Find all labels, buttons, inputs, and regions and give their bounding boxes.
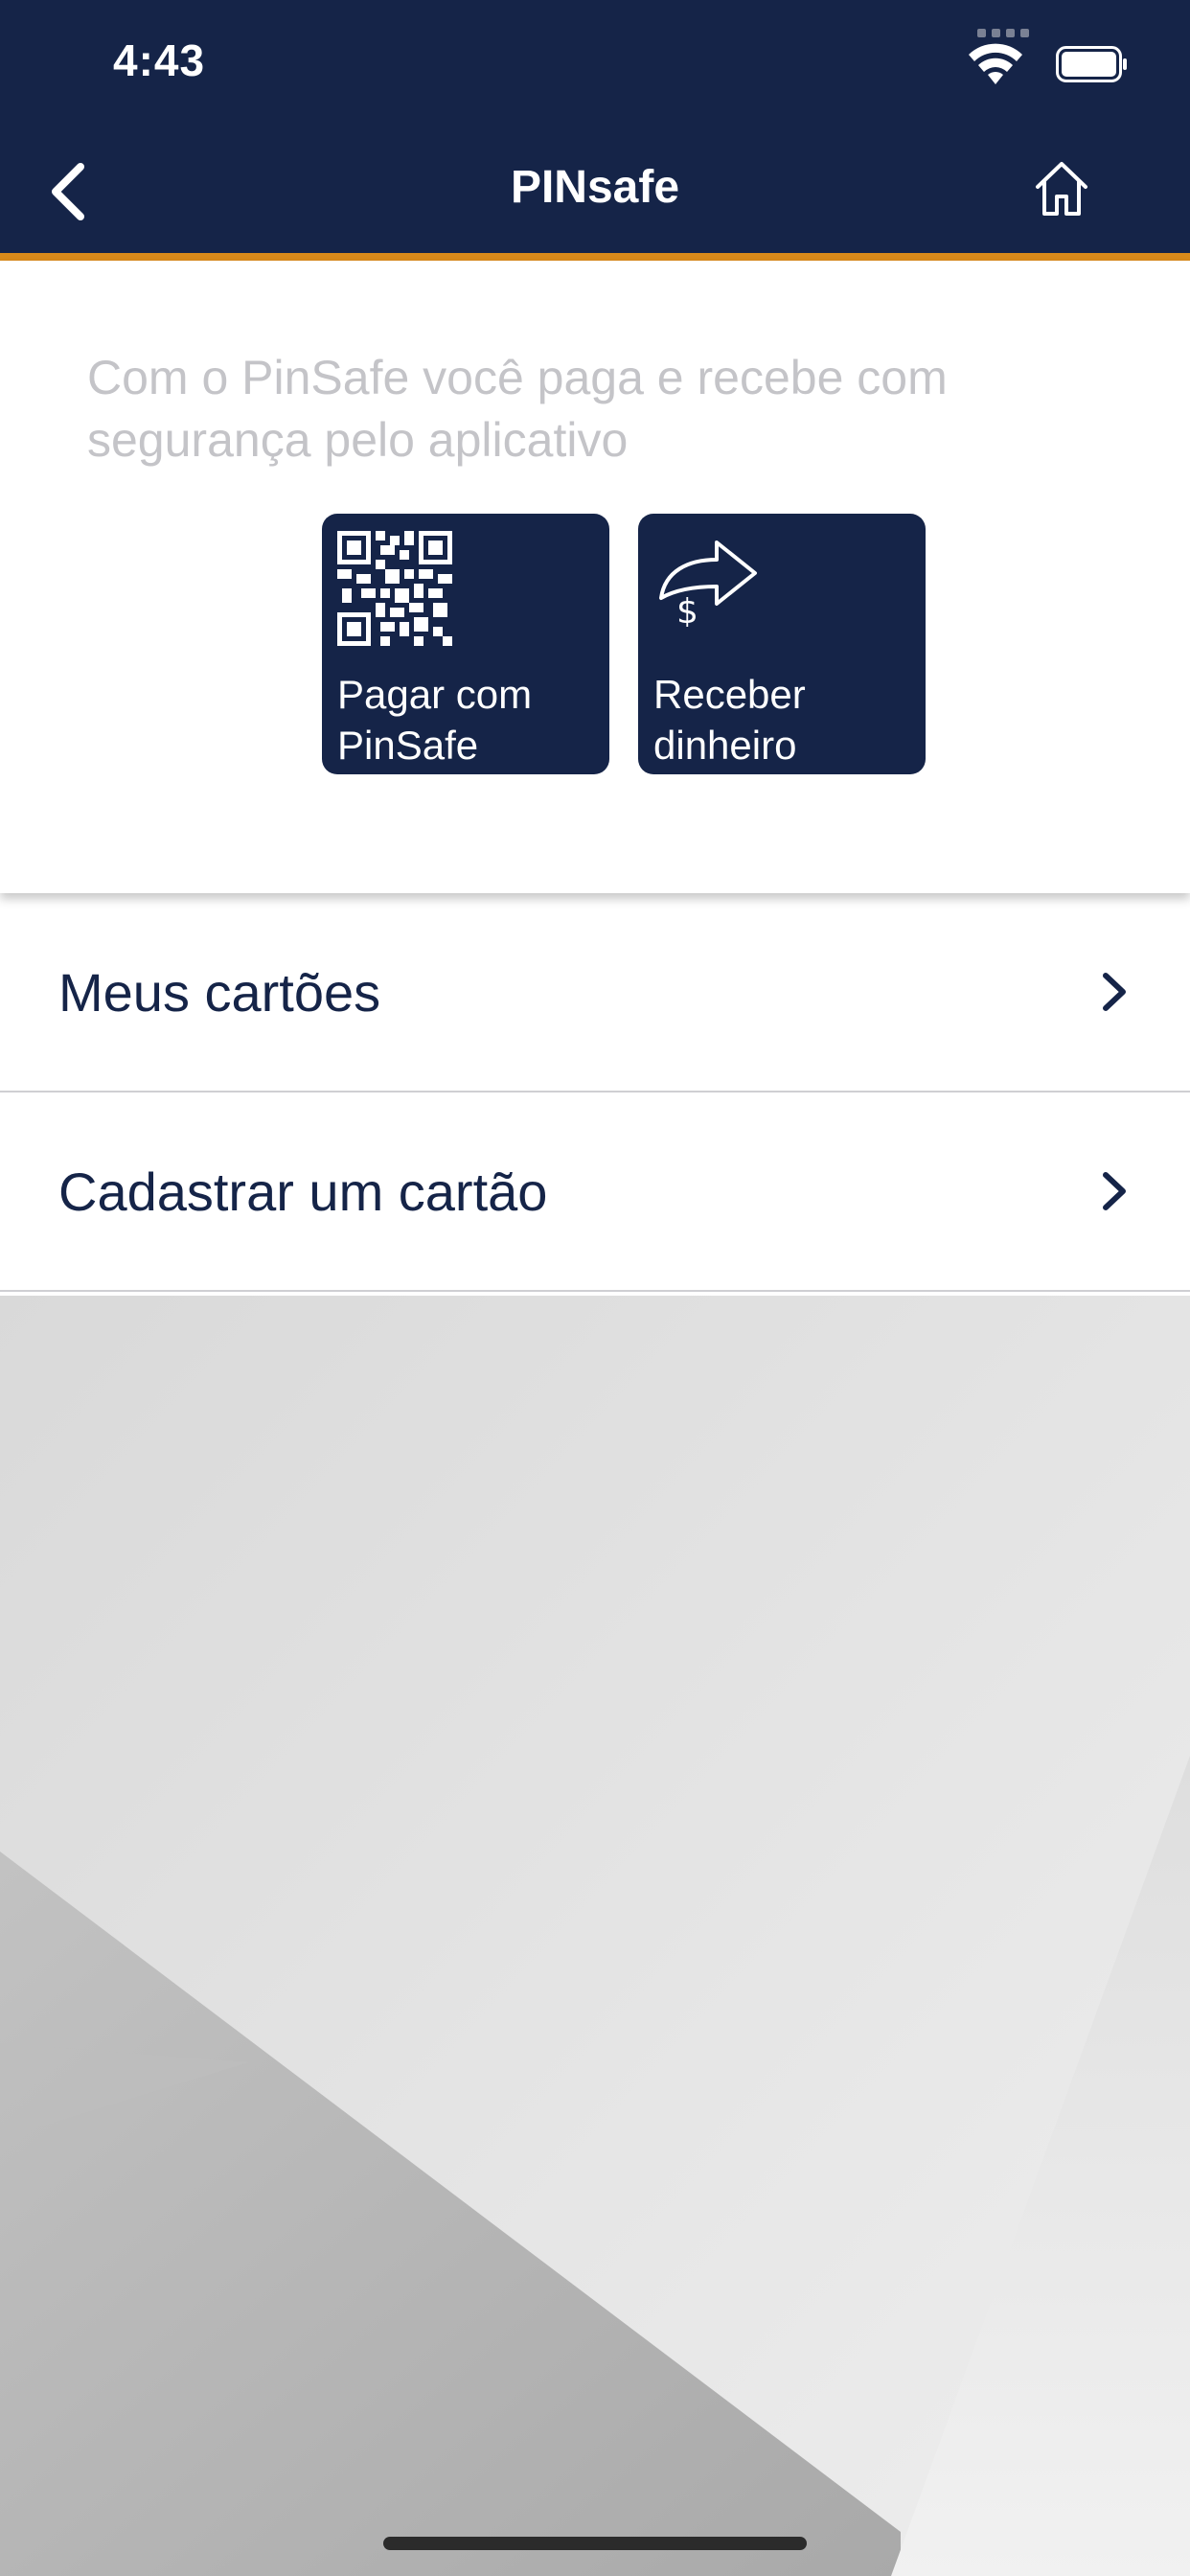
menu-item-label: Meus cartões: [58, 961, 381, 1023]
status-time: 4:43: [113, 35, 206, 85]
receive-money-label: Receber dinheiro: [653, 672, 806, 768]
share-money-arrow-icon: $: [659, 540, 757, 627]
home-indicator: [383, 2537, 807, 2550]
top-bar: 4:43 PINsafe: [0, 0, 1190, 253]
menu-list: Meus cartões Cadastrar um cartão: [0, 893, 1190, 1292]
cellular-signal-icon: [977, 29, 1029, 37]
pay-with-pinsafe-button[interactable]: Pagar com PinSafe: [322, 514, 609, 774]
chevron-right-icon: [1103, 973, 1126, 1011]
receive-money-button[interactable]: $ Receber dinheiro: [638, 514, 926, 774]
qr-code-icon: [337, 531, 452, 646]
intro-card: Com o PinSafe você paga e recebe com seg…: [0, 261, 1190, 893]
chevron-right-icon: [1103, 1172, 1126, 1210]
background-artwork: [0, 1296, 1190, 2576]
battery-icon: [1056, 46, 1127, 82]
header-accent-line: [0, 253, 1190, 261]
menu-item-label: Cadastrar um cartão: [58, 1161, 548, 1222]
page-title: PINsafe: [510, 162, 680, 213]
menu-item-register-card[interactable]: Cadastrar um cartão: [0, 1092, 1190, 1292]
pay-with-pinsafe-label: Pagar com PinSafe: [337, 672, 533, 768]
menu-item-my-cards[interactable]: Meus cartões: [0, 893, 1190, 1092]
home-icon: [1036, 162, 1087, 216]
intro-description: Com o PinSafe você paga e recebe com seg…: [87, 351, 948, 467]
svg-text:$: $: [676, 592, 698, 627]
home-button[interactable]: [1030, 158, 1093, 221]
wifi-icon: [969, 43, 1022, 84]
